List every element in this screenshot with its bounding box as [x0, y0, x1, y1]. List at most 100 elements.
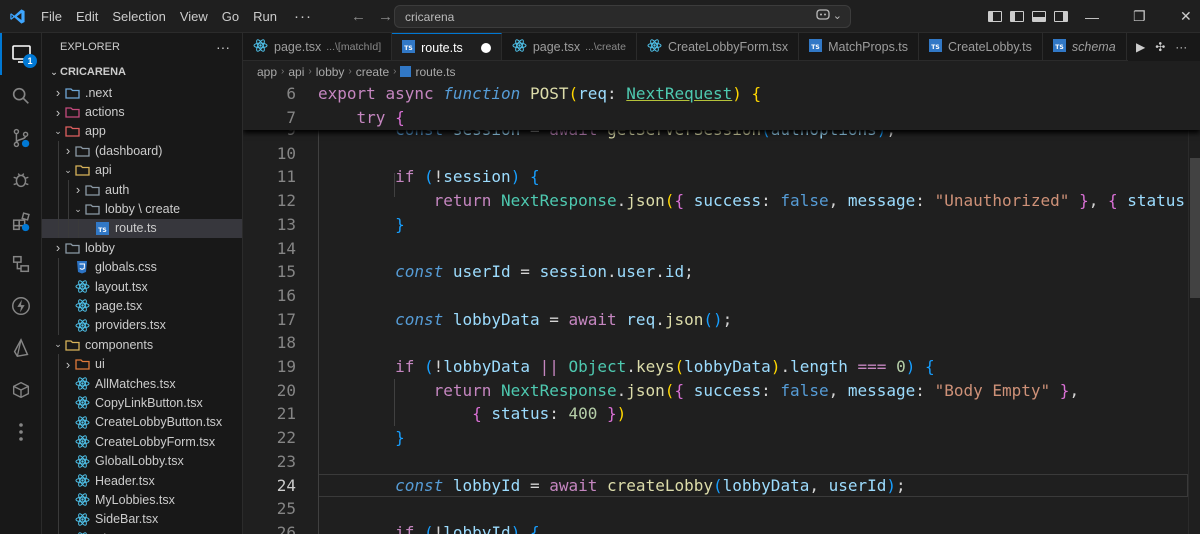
tree-file[interactable]: CopyLinkButton.tsx: [42, 393, 242, 413]
more-icon[interactable]: [0, 411, 42, 453]
breadcrumb-item[interactable]: route.ts: [415, 65, 455, 79]
editor-tab[interactable]: page.tsx ...\create: [502, 33, 637, 60]
code-line[interactable]: 11 if (!session) {: [243, 165, 1188, 189]
editor-tab[interactable]: CreateLobbyForm.tsx: [637, 33, 800, 60]
code-editor[interactable]: 6 export async function POST(req: NextReq…: [243, 82, 1200, 534]
editor-tab[interactable]: TS schema: [1043, 33, 1127, 60]
tree-folder[interactable]: ⌄ lobby \ create: [42, 199, 242, 219]
tree-file[interactable]: providers.tsx: [42, 315, 242, 336]
tree-file[interactable]: globals.css: [42, 257, 242, 277]
code-line[interactable]: 16: [243, 284, 1188, 308]
tree-folder[interactable]: › (dashboard): [42, 141, 242, 161]
extensions-icon[interactable]: [0, 201, 42, 243]
database-icon[interactable]: [0, 369, 42, 411]
code-line[interactable]: 15 const userId = session.user.id;: [243, 260, 1188, 284]
prisma-icon[interactable]: [0, 327, 42, 369]
source-control-icon[interactable]: [0, 117, 42, 159]
code-line[interactable]: 10: [243, 142, 1188, 166]
code-line[interactable]: 17 const lobbyData = await req.json();: [243, 308, 1188, 332]
tree-file[interactable]: MyLobbies.tsx: [42, 490, 242, 510]
run-debug-icon[interactable]: [0, 159, 42, 201]
menu-edit[interactable]: Edit: [69, 0, 105, 33]
run-icon[interactable]: ▶: [1136, 40, 1145, 54]
toggle-primary-sidebar-icon[interactable]: [1010, 11, 1024, 22]
code-token: :: [915, 380, 935, 400]
tree-folder[interactable]: ⌄ api: [42, 160, 242, 180]
breadcrumb-item[interactable]: lobby: [316, 65, 345, 79]
editor-scrollbar[interactable]: [1188, 130, 1200, 534]
code-line[interactable]: 26 if (!lobbyId) {: [243, 521, 1188, 534]
menu-file[interactable]: File: [34, 0, 69, 33]
copilot-button[interactable]: ⌄: [815, 8, 842, 22]
tree-folder[interactable]: › lobby: [42, 238, 242, 257]
editor-tab[interactable]: page.tsx ...\[matchId]: [243, 33, 393, 60]
tree-file[interactable]: GlobalLobby.tsx: [42, 451, 242, 471]
tree-file[interactable]: AllMatches.tsx: [42, 373, 242, 394]
tree-file[interactable]: TS route.ts: [42, 218, 242, 239]
tree-file[interactable]: CreateLobbyButton.tsx: [42, 412, 242, 433]
tree-folder[interactable]: › actions: [42, 102, 242, 121]
breadcrumb-item[interactable]: api: [288, 65, 304, 79]
search-icon[interactable]: [0, 75, 42, 117]
unsaved-dot-icon[interactable]: [480, 42, 491, 53]
code-line[interactable]: 21 { status: 400 }): [243, 402, 1188, 426]
code-line[interactable]: 6 export async function POST(req: NextReq…: [243, 82, 1188, 106]
code-line[interactable]: 22 }: [243, 426, 1188, 450]
lightning-icon[interactable]: [0, 285, 42, 327]
explorer-icon[interactable]: 1: [0, 33, 42, 75]
editor-tab[interactable]: TS MatchProps.ts: [799, 33, 920, 60]
editor-tab[interactable]: TS CreateLobby.ts: [919, 33, 1043, 60]
remote-explorer-icon[interactable]: [0, 243, 42, 285]
close-button[interactable]: ✕: [1180, 0, 1192, 33]
tree-folder[interactable]: ⌄ components: [42, 335, 242, 354]
tree-folder[interactable]: › ui: [42, 354, 242, 374]
code-line[interactable]: 13 }: [243, 213, 1188, 237]
tree-file[interactable]: SignInButton.tsx: [42, 528, 242, 534]
code-token: session: [443, 167, 511, 187]
tree-folder[interactable]: › .next: [42, 83, 242, 102]
menu-view[interactable]: View: [173, 0, 215, 33]
toggle-sidebar-icon[interactable]: [988, 11, 1002, 22]
code-token: (: [713, 475, 723, 495]
code-line[interactable]: 18: [243, 331, 1188, 355]
explorer-more-button[interactable]: ···: [216, 39, 230, 55]
menu-run[interactable]: Run: [246, 0, 284, 33]
code-token: success: [693, 191, 762, 211]
sticky-scroll[interactable]: 6 export async function POST(req: NextReq…: [243, 82, 1200, 130]
line-number: 21: [276, 404, 296, 424]
workspace-root[interactable]: ⌄ CRICARENA: [42, 61, 242, 83]
breadcrumb-item[interactable]: create: [356, 65, 389, 79]
code-line[interactable]: 23: [243, 450, 1188, 474]
menu-selection[interactable]: Selection: [105, 0, 172, 33]
tree-file[interactable]: page.tsx: [42, 296, 242, 316]
back-arrow-icon[interactable]: ←: [351, 8, 366, 25]
tree-file[interactable]: CreateLobbyForm.tsx: [42, 432, 242, 452]
code-line[interactable]: 19 if (!lobbyData || Object.keys(lobbyDa…: [243, 355, 1188, 379]
editor-tab[interactable]: TS route.ts: [392, 33, 502, 60]
forward-arrow-icon[interactable]: →: [378, 8, 393, 25]
tree-folder[interactable]: › auth: [42, 179, 242, 200]
minimize-button[interactable]: —: [1085, 0, 1099, 33]
breadcrumb-item[interactable]: app: [257, 65, 277, 79]
menu-go[interactable]: Go: [215, 0, 246, 33]
toggle-secondary-sidebar-icon[interactable]: [1054, 11, 1068, 22]
restore-button[interactable]: ❐: [1133, 0, 1146, 33]
command-center-search[interactable]: cricarena ⌄: [394, 5, 851, 28]
scrollbar-thumb[interactable]: [1190, 158, 1200, 298]
toggle-panel-icon[interactable]: [1032, 11, 1046, 22]
code-line[interactable]: 7 try {: [243, 106, 1188, 130]
code-line[interactable]: 12 return NextResponse.json({ success: f…: [243, 189, 1195, 213]
tree-folder[interactable]: ⌄ app: [42, 122, 242, 141]
indent-guide: [58, 218, 59, 239]
code-line[interactable]: 20 return NextResponse.json({ success: f…: [243, 379, 1188, 403]
split-icon[interactable]: ✣: [1155, 40, 1165, 54]
tree-file[interactable]: layout.tsx: [42, 276, 242, 297]
menu-more-button[interactable]: ···: [284, 0, 322, 33]
tree-file[interactable]: SideBar.tsx: [42, 509, 242, 529]
more-icon[interactable]: ···: [1175, 40, 1187, 54]
code-line[interactable]: 14: [243, 237, 1188, 261]
code-line[interactable]: 24 const lobbyId = await createLobby(lob…: [243, 473, 1188, 498]
tree-file[interactable]: Header.tsx: [42, 470, 242, 491]
code-line[interactable]: 25: [243, 497, 1188, 521]
